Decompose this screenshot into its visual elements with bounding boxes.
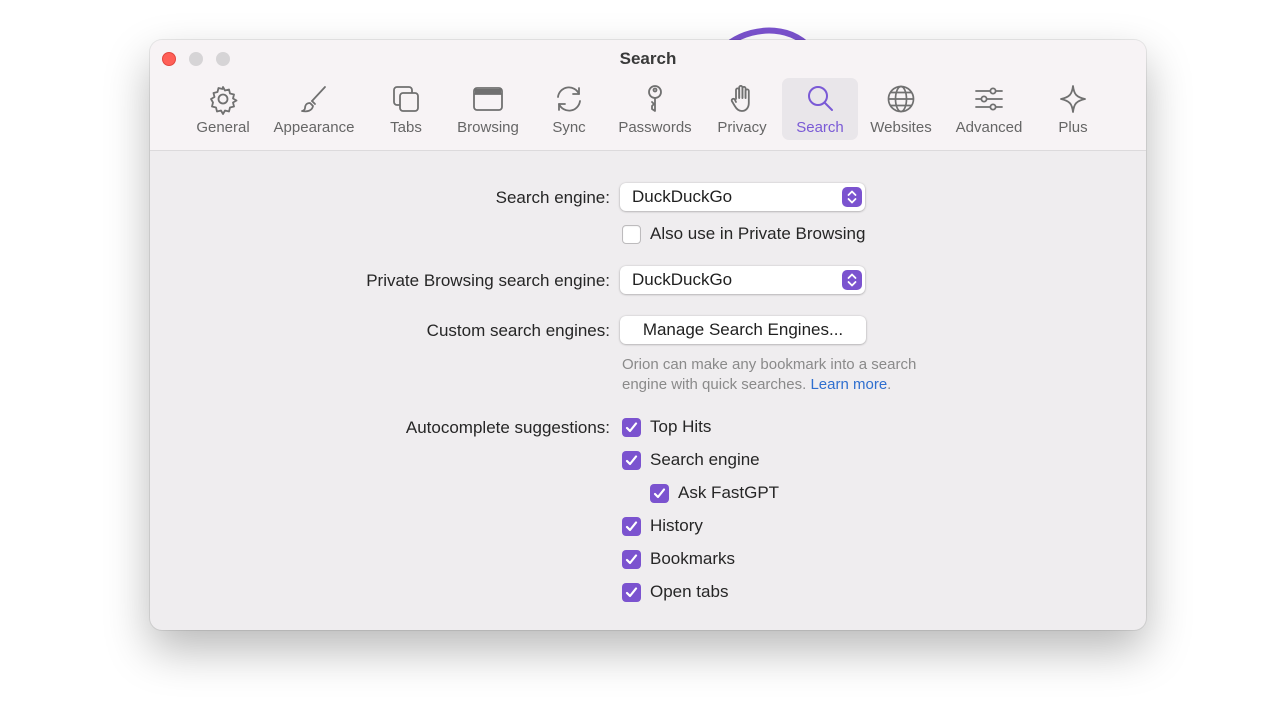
search-engine-value: DuckDuckGo bbox=[632, 187, 733, 206]
tab-label: Appearance bbox=[273, 119, 355, 136]
checkmark-icon[interactable] bbox=[650, 483, 669, 503]
custom-engines-label: Custom search engines: bbox=[426, 321, 610, 340]
search-engine-checkbox[interactable]: Search engine bbox=[622, 450, 760, 470]
checkbox-label: Ask FastGPT bbox=[678, 483, 780, 502]
window-title: Search bbox=[619, 49, 677, 68]
tab-sync[interactable]: Sync bbox=[544, 78, 594, 140]
tab-label: Plus bbox=[1058, 119, 1088, 136]
tab-label: Browsing bbox=[457, 119, 519, 136]
autocomplete-label: Autocomplete suggestions: bbox=[405, 418, 610, 437]
chevron-updown-icon bbox=[842, 270, 862, 290]
help-line-1: Orion can make any bookmark into a searc… bbox=[622, 356, 917, 373]
tab-websites[interactable]: Websites bbox=[864, 78, 938, 140]
paintbrush-icon bbox=[301, 86, 326, 113]
checkbox-label: Open tabs bbox=[650, 582, 729, 601]
ask-fastgpt-checkbox[interactable]: Ask FastGPT bbox=[650, 483, 779, 503]
checkbox-label: Search engine bbox=[650, 450, 760, 469]
tab-advanced[interactable]: Advanced bbox=[950, 78, 1028, 140]
globe-icon bbox=[887, 85, 915, 113]
tab-plus[interactable]: Plus bbox=[1050, 78, 1096, 140]
checkmark-icon[interactable] bbox=[622, 549, 641, 569]
titlebar: Search General Appearance Tabs Browsing … bbox=[150, 40, 1146, 151]
sync-icon bbox=[557, 86, 581, 112]
sparkle-icon bbox=[1060, 85, 1086, 113]
private-engine-label: Private Browsing search engine: bbox=[366, 271, 610, 290]
tab-browsing[interactable]: Browsing bbox=[450, 78, 526, 140]
learn-more-link[interactable]: Learn more bbox=[810, 376, 887, 393]
tab-label: General bbox=[196, 119, 250, 136]
tab-search[interactable]: Search bbox=[782, 78, 858, 140]
gear-icon bbox=[210, 86, 238, 115]
checkmark-icon[interactable] bbox=[622, 450, 641, 470]
tab-label: Privacy bbox=[717, 119, 767, 136]
checkbox-label: History bbox=[650, 516, 703, 535]
search-engine-label: Search engine: bbox=[495, 188, 610, 207]
tab-appearance[interactable]: Appearance bbox=[268, 78, 360, 140]
tab-label: Websites bbox=[870, 119, 932, 136]
checkmark-icon[interactable] bbox=[622, 582, 641, 602]
hand-icon bbox=[730, 85, 750, 112]
magnifier-icon bbox=[808, 86, 833, 111]
browser-window-icon bbox=[473, 87, 503, 111]
private-browsing-checkbox[interactable]: Also use in Private Browsing bbox=[622, 224, 865, 244]
help-end: . bbox=[887, 376, 892, 393]
preferences-window: Search General Appearance Tabs Browsing … bbox=[150, 40, 1146, 630]
bookmarks-checkbox[interactable]: Bookmarks bbox=[622, 549, 735, 569]
tabs-icon bbox=[393, 86, 419, 112]
manage-search-engines-button[interactable]: Manage Search Engines... bbox=[620, 316, 866, 344]
tab-privacy[interactable]: Privacy bbox=[712, 78, 772, 140]
key-icon bbox=[648, 85, 662, 112]
checkmark-icon[interactable] bbox=[622, 516, 641, 536]
checkmark-icon[interactable] bbox=[622, 417, 641, 437]
tab-tabs[interactable]: Tabs bbox=[382, 78, 430, 140]
custom-engines-help: Orion can make any bookmark into a searc… bbox=[622, 355, 916, 395]
help-text: engine with quick searches. bbox=[622, 376, 807, 393]
help-line-2: engine with quick searches. Learn more. bbox=[622, 375, 916, 395]
private-engine-value: DuckDuckGo bbox=[632, 270, 733, 289]
checkbox-box[interactable] bbox=[622, 224, 641, 244]
tab-passwords[interactable]: Passwords bbox=[614, 78, 696, 140]
tab-label: Passwords bbox=[618, 119, 692, 136]
tab-label: Advanced bbox=[955, 119, 1023, 136]
chevron-updown-icon bbox=[842, 187, 862, 207]
checkbox-label: Also use in Private Browsing bbox=[650, 224, 866, 243]
checkbox-label: Top Hits bbox=[650, 417, 712, 436]
tab-label: Search bbox=[796, 119, 844, 136]
private-engine-popup[interactable]: DuckDuckGo bbox=[620, 266, 865, 294]
search-engine-popup[interactable]: DuckDuckGo bbox=[620, 183, 865, 211]
tab-general[interactable]: General bbox=[190, 78, 256, 140]
sliders-icon bbox=[975, 87, 1003, 111]
top-hits-checkbox[interactable]: Top Hits bbox=[622, 417, 711, 437]
tab-label: Sync bbox=[552, 119, 586, 136]
checkbox-label: Bookmarks bbox=[650, 549, 736, 568]
history-checkbox[interactable]: History bbox=[622, 516, 703, 536]
tab-label: Tabs bbox=[390, 119, 422, 136]
open-tabs-checkbox[interactable]: Open tabs bbox=[622, 582, 728, 602]
